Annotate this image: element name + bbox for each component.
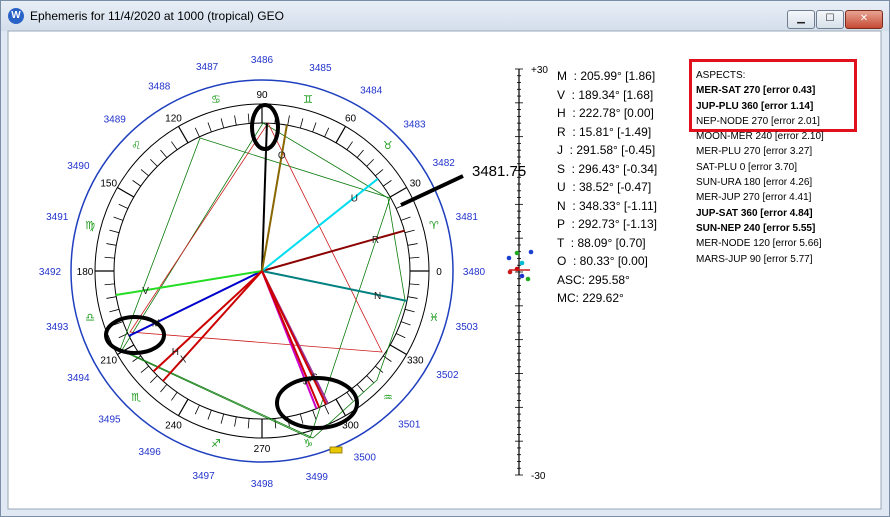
planet-label-x: X (180, 355, 187, 366)
aspects-panel: ASPECTS: MER-SAT 270 [error 0.43] JUP-PLU… (696, 68, 856, 267)
aspect-item: MER-PLU 270 [error 3.27] (696, 146, 813, 158)
degree-label: 270 (254, 444, 271, 455)
marker-icon (329, 446, 343, 454)
planet-label-r: R (372, 235, 379, 246)
year-label: 3487 (196, 62, 219, 73)
aspect-item: SUN-NEP 240 [error 5.55] (696, 222, 816, 234)
readout-line: MC: 229.62° (557, 291, 624, 305)
scale-top-label: +30 (531, 65, 548, 76)
readout-line: J : 291.58° [-0.45] (557, 143, 656, 157)
readout-line: U : 38.52° [-0.47] (557, 180, 652, 194)
aspect-item: JUP-SAT 360 [error 4.84] (696, 207, 813, 219)
readout-line: S : 296.43° [-0.34] (557, 161, 658, 176)
year-label: 3492 (39, 267, 62, 278)
aspect-item: JUP-PLU 360 [error 1.14] (696, 100, 814, 112)
year-label: 3500 (354, 452, 377, 463)
planet-label-h: H (172, 347, 179, 358)
readout-line: ASC: 295.58° (557, 272, 630, 287)
zodiac-sign-icon: ♓ (429, 311, 439, 324)
zodiac-sign-icon: ♏ (131, 391, 141, 404)
degree-label: 120 (165, 114, 182, 125)
year-label: 3480 (463, 267, 486, 278)
planet-label-u: U (351, 194, 358, 205)
degree-label: 0 (436, 267, 442, 278)
readout-line: P : 292.73° [-1.13] (557, 217, 657, 231)
zodiac-sign-icon: ♎ (85, 311, 95, 324)
year-label: 3490 (67, 161, 90, 172)
aspects-header: ASPECTS: (696, 70, 746, 81)
aspect-item: MER-SAT 270 [error 0.43] (696, 85, 816, 97)
year-label: 3486 (251, 55, 274, 66)
readout-line: V : 189.34° [1.68] (557, 87, 654, 102)
degree-label: 90 (256, 90, 268, 101)
year-label: 3497 (192, 471, 215, 482)
degree-label: 210 (100, 356, 117, 367)
year-label: 3493 (46, 322, 69, 333)
year-label: 3498 (251, 479, 274, 490)
scale-dot (506, 255, 512, 261)
aspect-item: MARS-JUP 90 [error 5.77] (696, 253, 813, 265)
year-label: 3482 (433, 158, 456, 169)
aspect-item: SUN-URA 180 [error 4.26] (696, 177, 813, 189)
readout-line: M : 205.99° [1.86] (557, 69, 656, 83)
year-label: 3499 (306, 472, 329, 483)
zodiac-sign-icon: ♒ (383, 391, 393, 404)
year-label: 3494 (67, 373, 90, 384)
scale-dot (519, 273, 525, 279)
zodiac-sign-icon: ♋ (211, 93, 221, 106)
zodiac-sign-icon: ♑ (303, 437, 313, 450)
aspect-item: MER-NODE 120 [error 5.66] (696, 238, 822, 250)
aspect-item: MER-JUP 270 [error 4.41] (696, 192, 812, 204)
scale-dot (519, 260, 525, 266)
degree-label: 60 (345, 114, 357, 125)
readout-line: N : 348.33° [-1.11] (557, 198, 657, 213)
year-label: 3502 (436, 370, 459, 381)
zodiac-sign-icon: ♈ (429, 219, 439, 232)
readout-line: O : 80.33° [0.00] (557, 254, 648, 268)
year-label: 3496 (139, 447, 162, 458)
year-label: 3503 (456, 322, 479, 333)
zodiac-sign-icon: ♍ (85, 219, 95, 232)
scale-dot (528, 249, 534, 255)
year-label: 3485 (309, 63, 332, 74)
year-label: 3501 (398, 420, 421, 431)
planet-label-o: O (278, 151, 286, 162)
year-label: 3495 (98, 414, 121, 425)
scale-bottom-label: -30 (531, 471, 546, 482)
degree-label: 240 (165, 420, 182, 431)
year-label: 3484 (360, 85, 383, 96)
readout-line: T : 88.09° [0.70] (557, 235, 646, 250)
aspect-item: NEP-NODE 270 [error 2.01] (696, 115, 820, 127)
scale-dot (514, 250, 520, 256)
degree-label: 30 (410, 179, 422, 190)
planet-label-v: V (142, 286, 149, 297)
degree-label: 150 (100, 179, 117, 190)
zodiac-sign-icon: ♉ (383, 139, 393, 152)
zodiac-sign-icon: ♐ (211, 437, 221, 450)
degree-label: 330 (407, 356, 424, 367)
year-label: 3483 (403, 120, 426, 131)
year-label: 3489 (104, 114, 127, 125)
aspect-item: MOON-MER 240 [error 2.10] (696, 131, 824, 143)
zodiac-sign-icon: ♌ (131, 139, 141, 152)
year-label: 3488 (148, 82, 171, 93)
aspect-item: SAT-PLU 0 [error 3.70] (696, 161, 797, 173)
year-label: 3481 (456, 212, 479, 223)
year-label: 3491 (46, 212, 69, 223)
zodiac-sign-icon: ♊ (303, 93, 313, 106)
readout-line: R : 15.81° [-1.49] (557, 124, 652, 139)
planet-label-n: N (374, 291, 381, 302)
readout-line: H : 222.78° [0.00] (557, 106, 654, 120)
degree-label: 180 (77, 267, 94, 278)
scale-dot (525, 276, 531, 282)
